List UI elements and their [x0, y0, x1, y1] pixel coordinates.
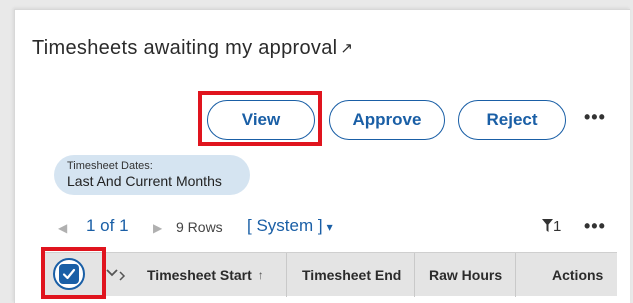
filter-chip-timesheet-dates[interactable]: Timesheet Dates: Last And Current Months [54, 155, 250, 195]
column-header-timesheet-end[interactable]: Timesheet End [302, 253, 401, 297]
page-title[interactable]: Timesheets awaiting my approval ↗ [32, 37, 353, 60]
filter-icon [542, 219, 553, 232]
column-header-timesheet-start[interactable]: Timesheet Start ↑ [147, 253, 264, 297]
view-selector-dropdown[interactable]: [ System ] ▾ [247, 216, 333, 236]
reject-button[interactable]: Reject [458, 100, 566, 140]
column-header-raw-hours[interactable]: Raw Hours [429, 253, 502, 297]
view-selector-label: [ System ] [247, 216, 323, 235]
filter-count: 1 [553, 218, 562, 235]
column-divider [286, 253, 287, 297]
row-count: 9 Rows [176, 219, 223, 235]
column-header-actions: Actions [552, 267, 604, 283]
column-label: Timesheet Start [147, 267, 252, 283]
previous-page-icon[interactable]: ◀ [58, 221, 67, 235]
page-title-text[interactable]: Timesheets awaiting my approval [32, 37, 337, 59]
column-divider [414, 253, 415, 297]
approve-button[interactable]: Approve [329, 100, 445, 140]
view-button-highlight [198, 91, 322, 146]
column-divider [515, 253, 516, 297]
page-indicator: 1 of 1 [86, 216, 129, 235]
next-page-icon[interactable]: ▶ [153, 221, 162, 235]
filter-chip-value: Last And Current Months [67, 173, 222, 189]
table-header: Timesheet Start ↑ Timesheet End Raw Hours… [42, 252, 617, 297]
expand-collapse-icon[interactable] [106, 266, 128, 282]
filter-button[interactable]: 1 [542, 218, 561, 235]
external-link-icon[interactable]: ↗ [340, 40, 353, 57]
filter-chip-key: Timesheet Dates: [67, 160, 153, 172]
toolbar-more-icon[interactable]: ••• [584, 107, 606, 128]
table-more-icon[interactable]: ••• [584, 216, 606, 237]
select-all-highlight [41, 247, 106, 299]
chevron-down-icon: ▾ [326, 220, 333, 234]
sort-ascending-icon: ↑ [257, 268, 264, 282]
